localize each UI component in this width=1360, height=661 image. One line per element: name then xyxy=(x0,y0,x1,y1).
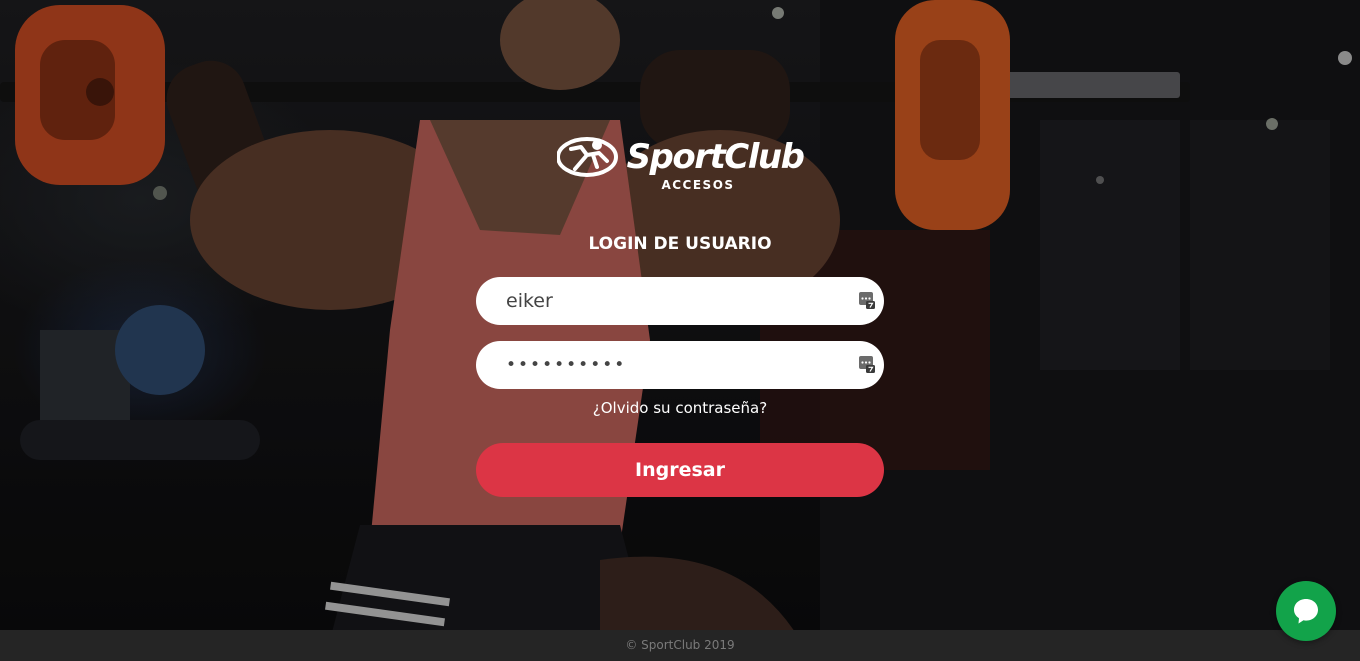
runner-logo-icon xyxy=(556,137,618,177)
chat-button[interactable] xyxy=(1276,581,1336,641)
username-field xyxy=(476,277,884,325)
chat-bubble-icon xyxy=(1294,599,1318,624)
footer-copyright: © SportClub 2019 xyxy=(625,638,735,652)
login-title: LOGIN DE USUARIO xyxy=(588,234,772,254)
login-page: SportClub ACCESOS LOGIN DE USUARIO ¿Olvi… xyxy=(0,0,1360,661)
password-input[interactable] xyxy=(476,341,846,389)
logo-row: SportClub xyxy=(540,132,820,182)
login-submit-button[interactable]: Ingresar xyxy=(476,443,884,497)
footer: © SportClub 2019 xyxy=(0,630,1360,661)
forgot-password-link[interactable]: ¿Olvido su contraseña? xyxy=(476,399,884,417)
keyboard-icon[interactable] xyxy=(859,292,875,309)
logo-wordmark: SportClub xyxy=(626,137,805,177)
password-field xyxy=(476,341,884,389)
username-input[interactable] xyxy=(476,277,846,325)
logo-subtitle: ACCESOS xyxy=(661,178,735,192)
brand-logo: SportClub ACCESOS xyxy=(540,132,820,202)
keyboard-icon[interactable] xyxy=(859,356,875,373)
